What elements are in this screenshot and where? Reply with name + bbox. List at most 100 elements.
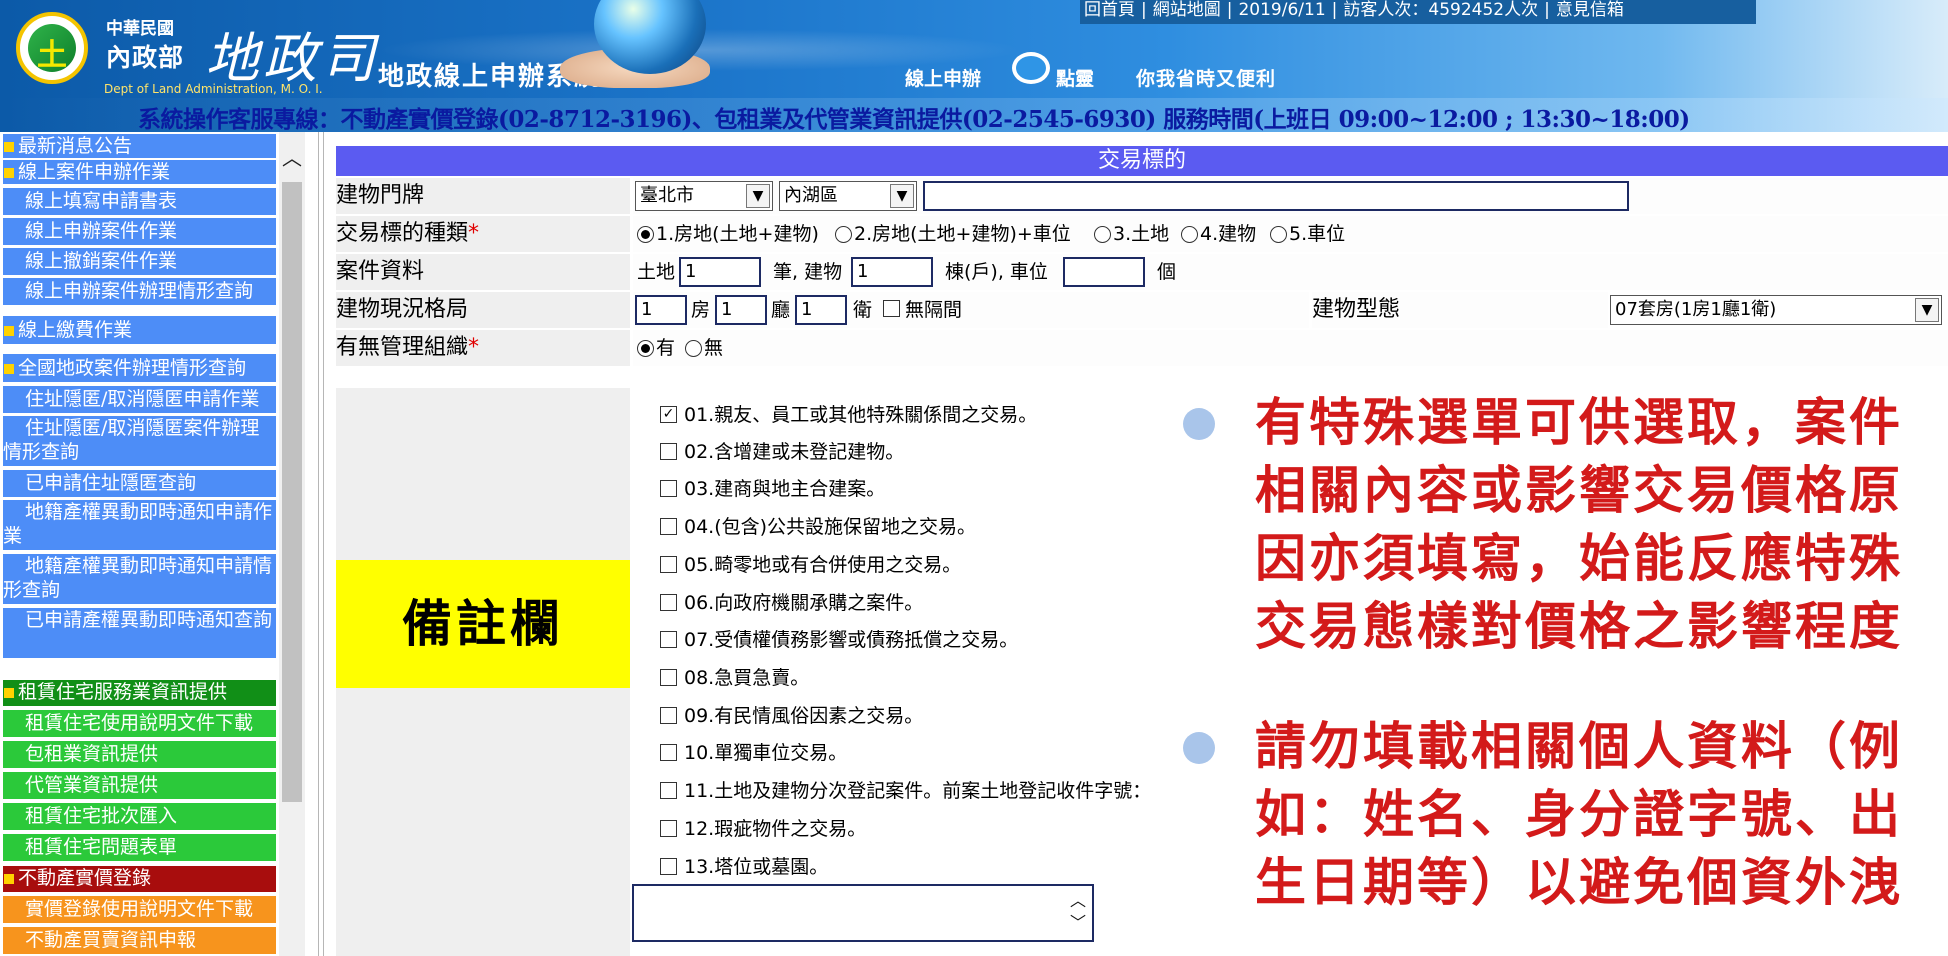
management-label-text: 有無管理組織 <box>336 335 469 360</box>
sidebar-item-price-registration[interactable]: 不動產實價登錄 <box>3 866 276 894</box>
link-separator: | <box>1544 0 1550 20</box>
slogan-click: 點靈 <box>1056 68 1095 90</box>
org-department-en: Dept of Land Administration, M. O. I. <box>104 82 323 96</box>
remark-checkbox[interactable] <box>660 707 677 724</box>
remark-option-label: 05.畸零地或有合併使用之交易。 <box>684 554 962 576</box>
sidebar-item-management-info[interactable]: 代管業資訊提供 <box>3 772 276 801</box>
baths-input[interactable]: 1 <box>795 295 847 325</box>
sidebar-item-rental-issues[interactable]: 租賃住宅問題表單 <box>3 834 276 863</box>
ministry-logo[interactable]: 土 <box>16 12 88 84</box>
land-prefix: 土地 <box>637 261 676 283</box>
remark-checkbox[interactable] <box>660 631 677 648</box>
street-input[interactable] <box>923 181 1629 211</box>
current-date: 2019/6/11 <box>1238 0 1326 20</box>
sidebar-item-case-status[interactable]: 線上申辦案件辦理情形查詢 <box>3 278 276 307</box>
sidebar-item-address-hide-apply[interactable]: 住址隱匿/取消隱匿申請作業 <box>3 386 276 415</box>
remark-checkbox[interactable] <box>660 782 677 799</box>
sidebar-item-apply-cases[interactable]: 線上申辦案件作業 <box>3 218 276 247</box>
sidebar-item-rental-docs[interactable]: 租賃住宅使用說明文件下載 <box>3 710 276 739</box>
remark-checkbox[interactable] <box>660 858 677 875</box>
remark-checkbox[interactable] <box>660 518 677 535</box>
remark-checkbox[interactable] <box>660 669 677 686</box>
layout-label: 建物現況格局 <box>336 292 630 328</box>
sidebar-item-sublease-info[interactable]: 包租業資訊提供 <box>3 741 276 770</box>
frame-divider[interactable] <box>318 132 324 956</box>
sidebar-item-rental-import[interactable]: 租賃住宅批次匯入 <box>3 803 276 832</box>
transaction-type-radio-2[interactable] <box>835 226 852 243</box>
sidebar-item-title-notify-query[interactable]: 已申請產權異動即時通知查詢 <box>3 608 276 660</box>
land-count-input[interactable]: 1 <box>679 257 761 287</box>
sidebar-item-label: 線上撤銷案件作業 <box>25 250 178 272</box>
sidebar-item-title-notify-status[interactable]: 地籍產權異動即時通知申請情形查詢 <box>3 554 276 606</box>
remarks-textarea[interactable]: ︿ ﹀ <box>632 884 1094 942</box>
sidebar-item-price-docs[interactable]: 實價登錄使用說明文件下載 <box>3 896 276 925</box>
parking-count-input[interactable] <box>1063 257 1145 287</box>
transaction-type-radio-4[interactable] <box>1181 226 1198 243</box>
building-count-input[interactable]: 1 <box>851 257 933 287</box>
home-link[interactable]: 回首頁 <box>1084 0 1135 20</box>
building-type-select[interactable]: 07套房(1房1廳1衛) ▼ <box>1610 295 1942 325</box>
transaction-type-option: 5.車位 <box>1289 223 1346 245</box>
remark-checkbox[interactable] <box>660 443 677 460</box>
sidebar-item-payment[interactable]: 線上繳費作業 <box>3 316 276 346</box>
service-hotline: 系統操作客服專線：不動產實價登錄(02-8712-3196)、包租業及代管業資訊… <box>138 106 1690 132</box>
scroll-arrows-icon[interactable]: ︿ ﹀ <box>1068 890 1088 936</box>
sidebar-item-title-notify-apply[interactable]: 地籍產權異動即時通知申請作業 <box>3 500 276 552</box>
sidebar-item-label: 租賃住宅批次匯入 <box>25 805 178 827</box>
management-yes-radio[interactable] <box>637 340 654 357</box>
no-partition-checkbox[interactable] <box>883 300 900 317</box>
halls-unit: 廳 <box>771 299 791 321</box>
sidebar-scrollbar[interactable]: ︿ <box>279 132 305 956</box>
scrollbar-thumb[interactable] <box>282 182 302 802</box>
parking-unit: 個 <box>1157 261 1177 283</box>
note-bullet-icon <box>1183 408 1215 440</box>
remark-option-label: 13.塔位或墓園。 <box>684 856 829 878</box>
sidebar-item-news[interactable]: 最新消息公告 <box>3 134 276 160</box>
sidebar-item-label: 全國地政案件辦理情形查詢 <box>18 357 247 379</box>
link-separator: | <box>1226 0 1233 20</box>
remark-checkbox[interactable] <box>660 820 677 837</box>
remark-checkbox[interactable] <box>660 480 677 497</box>
sidebar-item-sale-report[interactable]: 不動產買賣資訊申報 <box>3 927 276 956</box>
sidebar-item-address-hide-status[interactable]: 住址隱匿/取消隱匿案件辦理情形查詢 <box>3 416 276 468</box>
transaction-type-radio-3[interactable] <box>1094 226 1111 243</box>
section-title: 交易標的 <box>336 146 1948 176</box>
transaction-type-option: 4.建物 <box>1200 223 1257 245</box>
transaction-type-radio-5[interactable] <box>1270 226 1287 243</box>
bullet-icon <box>4 363 14 374</box>
address-label: 建物門牌 <box>336 178 630 214</box>
sidebar-item-fill-forms[interactable]: 線上填寫申請書表 <box>3 188 276 217</box>
sidebar-item-online-cases[interactable]: 線上案件申辦作業 <box>3 160 276 186</box>
sidebar-item-rental-services[interactable]: 租賃住宅服務業資訊提供 <box>3 680 276 708</box>
bullet-icon <box>4 687 14 698</box>
check-icon[interactable]: ✓ <box>660 406 677 423</box>
transaction-type-radio-1[interactable] <box>637 226 654 243</box>
rooms-unit: 房 <box>691 299 711 321</box>
sidebar-item-label: 住址隱匿/取消隱匿案件辦理情形查詢 <box>3 417 260 463</box>
transaction-type-option: 3.土地 <box>1113 223 1170 245</box>
remark-option-label: 08.急買急賣。 <box>684 667 810 689</box>
annotation-line: 因亦須填寫，始能反應特殊 <box>1255 530 1904 589</box>
sidebar-item-label: 地籍產權異動即時通知申請情形查詢 <box>3 555 273 601</box>
sidebar-item-address-hide-query[interactable]: 已申請住址隱匿查詢 <box>3 470 276 499</box>
transaction-type-label: 交易標的種類* <box>336 216 630 252</box>
halls-input[interactable]: 1 <box>715 295 767 325</box>
visitor-count: 訪客人次：4592452人次 <box>1343 0 1539 20</box>
annotation-line: 相關內容或影響交易價格原 <box>1255 462 1904 521</box>
chevron-up-icon[interactable]: ︿ <box>279 148 305 168</box>
remark-checkbox[interactable] <box>660 556 677 573</box>
sidebar-item-label: 線上案件申辦作業 <box>18 161 171 183</box>
sidebar-item-national-status[interactable]: 全國地政案件辦理情形查詢 <box>3 354 276 384</box>
remark-checkbox[interactable] <box>660 744 677 761</box>
management-no-radio[interactable] <box>685 340 702 357</box>
rooms-input[interactable]: 1 <box>635 295 687 325</box>
city-select[interactable]: 臺北市 ▼ <box>635 181 773 211</box>
sidebar-item-cancel-cases[interactable]: 線上撤銷案件作業 <box>3 248 276 277</box>
link-separator: | <box>1331 0 1338 20</box>
district-select[interactable]: 內湖區 ▼ <box>779 181 917 211</box>
sitemap-link[interactable]: 網站地圖 <box>1153 0 1221 20</box>
feedback-link[interactable]: 意見信箱 <box>1556 0 1624 20</box>
remark-checkbox[interactable] <box>660 594 677 611</box>
annotation-line: 請勿填載相關個人資料（例 <box>1255 718 1904 777</box>
layout-row: 1 房 1 廳 1 衛 無隔間 <box>633 292 1309 328</box>
